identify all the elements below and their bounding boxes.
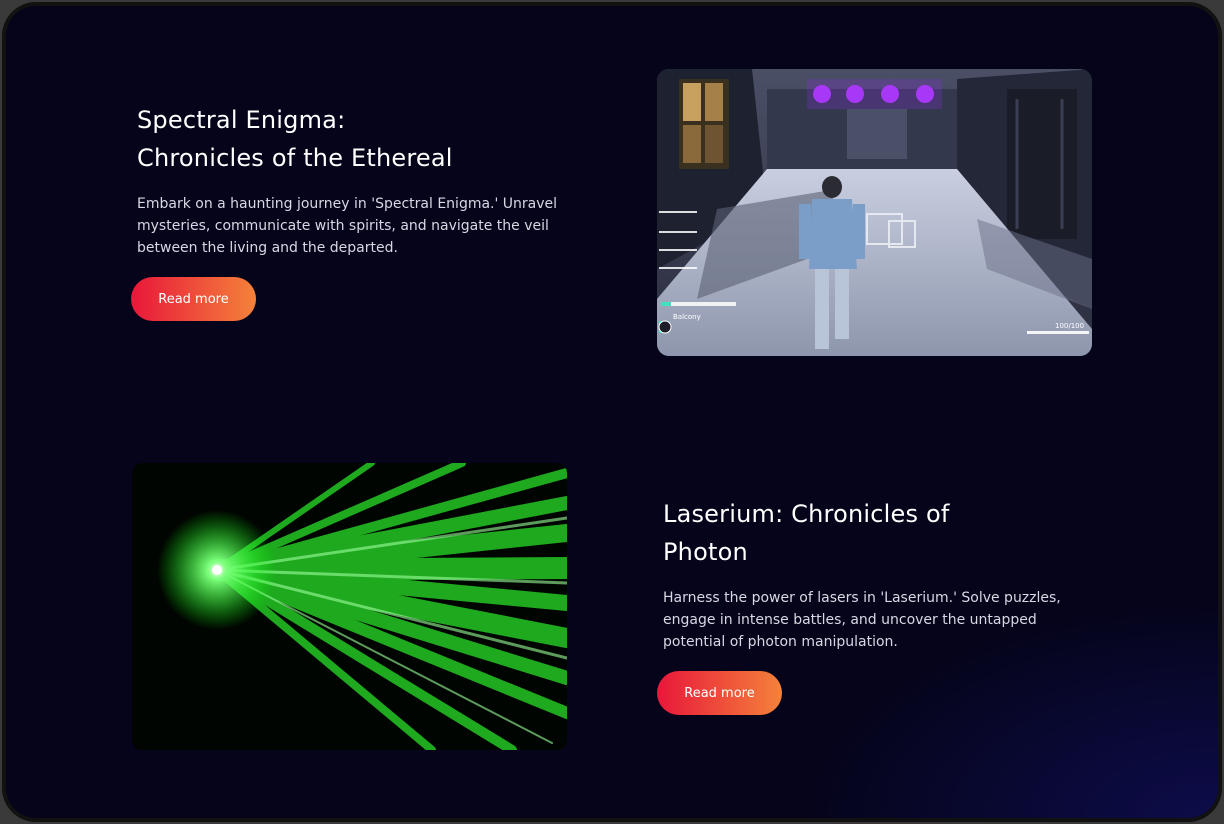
- game-title-line-2: Chronicles of the Ethereal: [137, 144, 453, 172]
- laser-art: [132, 463, 567, 750]
- game-title-line-2: Photon: [663, 538, 748, 566]
- page: Spectral Enigma: Chronicles of the Ether…: [6, 6, 1218, 818]
- read-more-button[interactable]: Read more: [131, 277, 256, 321]
- game-screenshot-laserium: [132, 463, 567, 750]
- game-description: Embark on a haunting journey in 'Spectra…: [137, 196, 558, 256]
- game-screenshot-spectral-enigma: Balcony 100/100: [657, 69, 1092, 356]
- game-screenshot-art: Balcony 100/100: [657, 69, 1092, 356]
- game-description: Harness the power of lasers in 'Laserium…: [663, 590, 1061, 650]
- hud-location: Balcony: [673, 313, 701, 321]
- device-frame: Spectral Enigma: Chronicles of the Ether…: [2, 2, 1222, 822]
- game-title: Spectral Enigma: Chronicles of the Ether…: [137, 101, 577, 177]
- game-title-line-1: Spectral Enigma:: [137, 106, 346, 134]
- game-title-line-1: Laserium: Chronicles of: [663, 500, 950, 528]
- game-title: Laserium: Chronicles of Photon: [663, 495, 993, 571]
- hud-health: 100/100: [1055, 322, 1084, 330]
- read-more-button[interactable]: Read more: [657, 671, 782, 715]
